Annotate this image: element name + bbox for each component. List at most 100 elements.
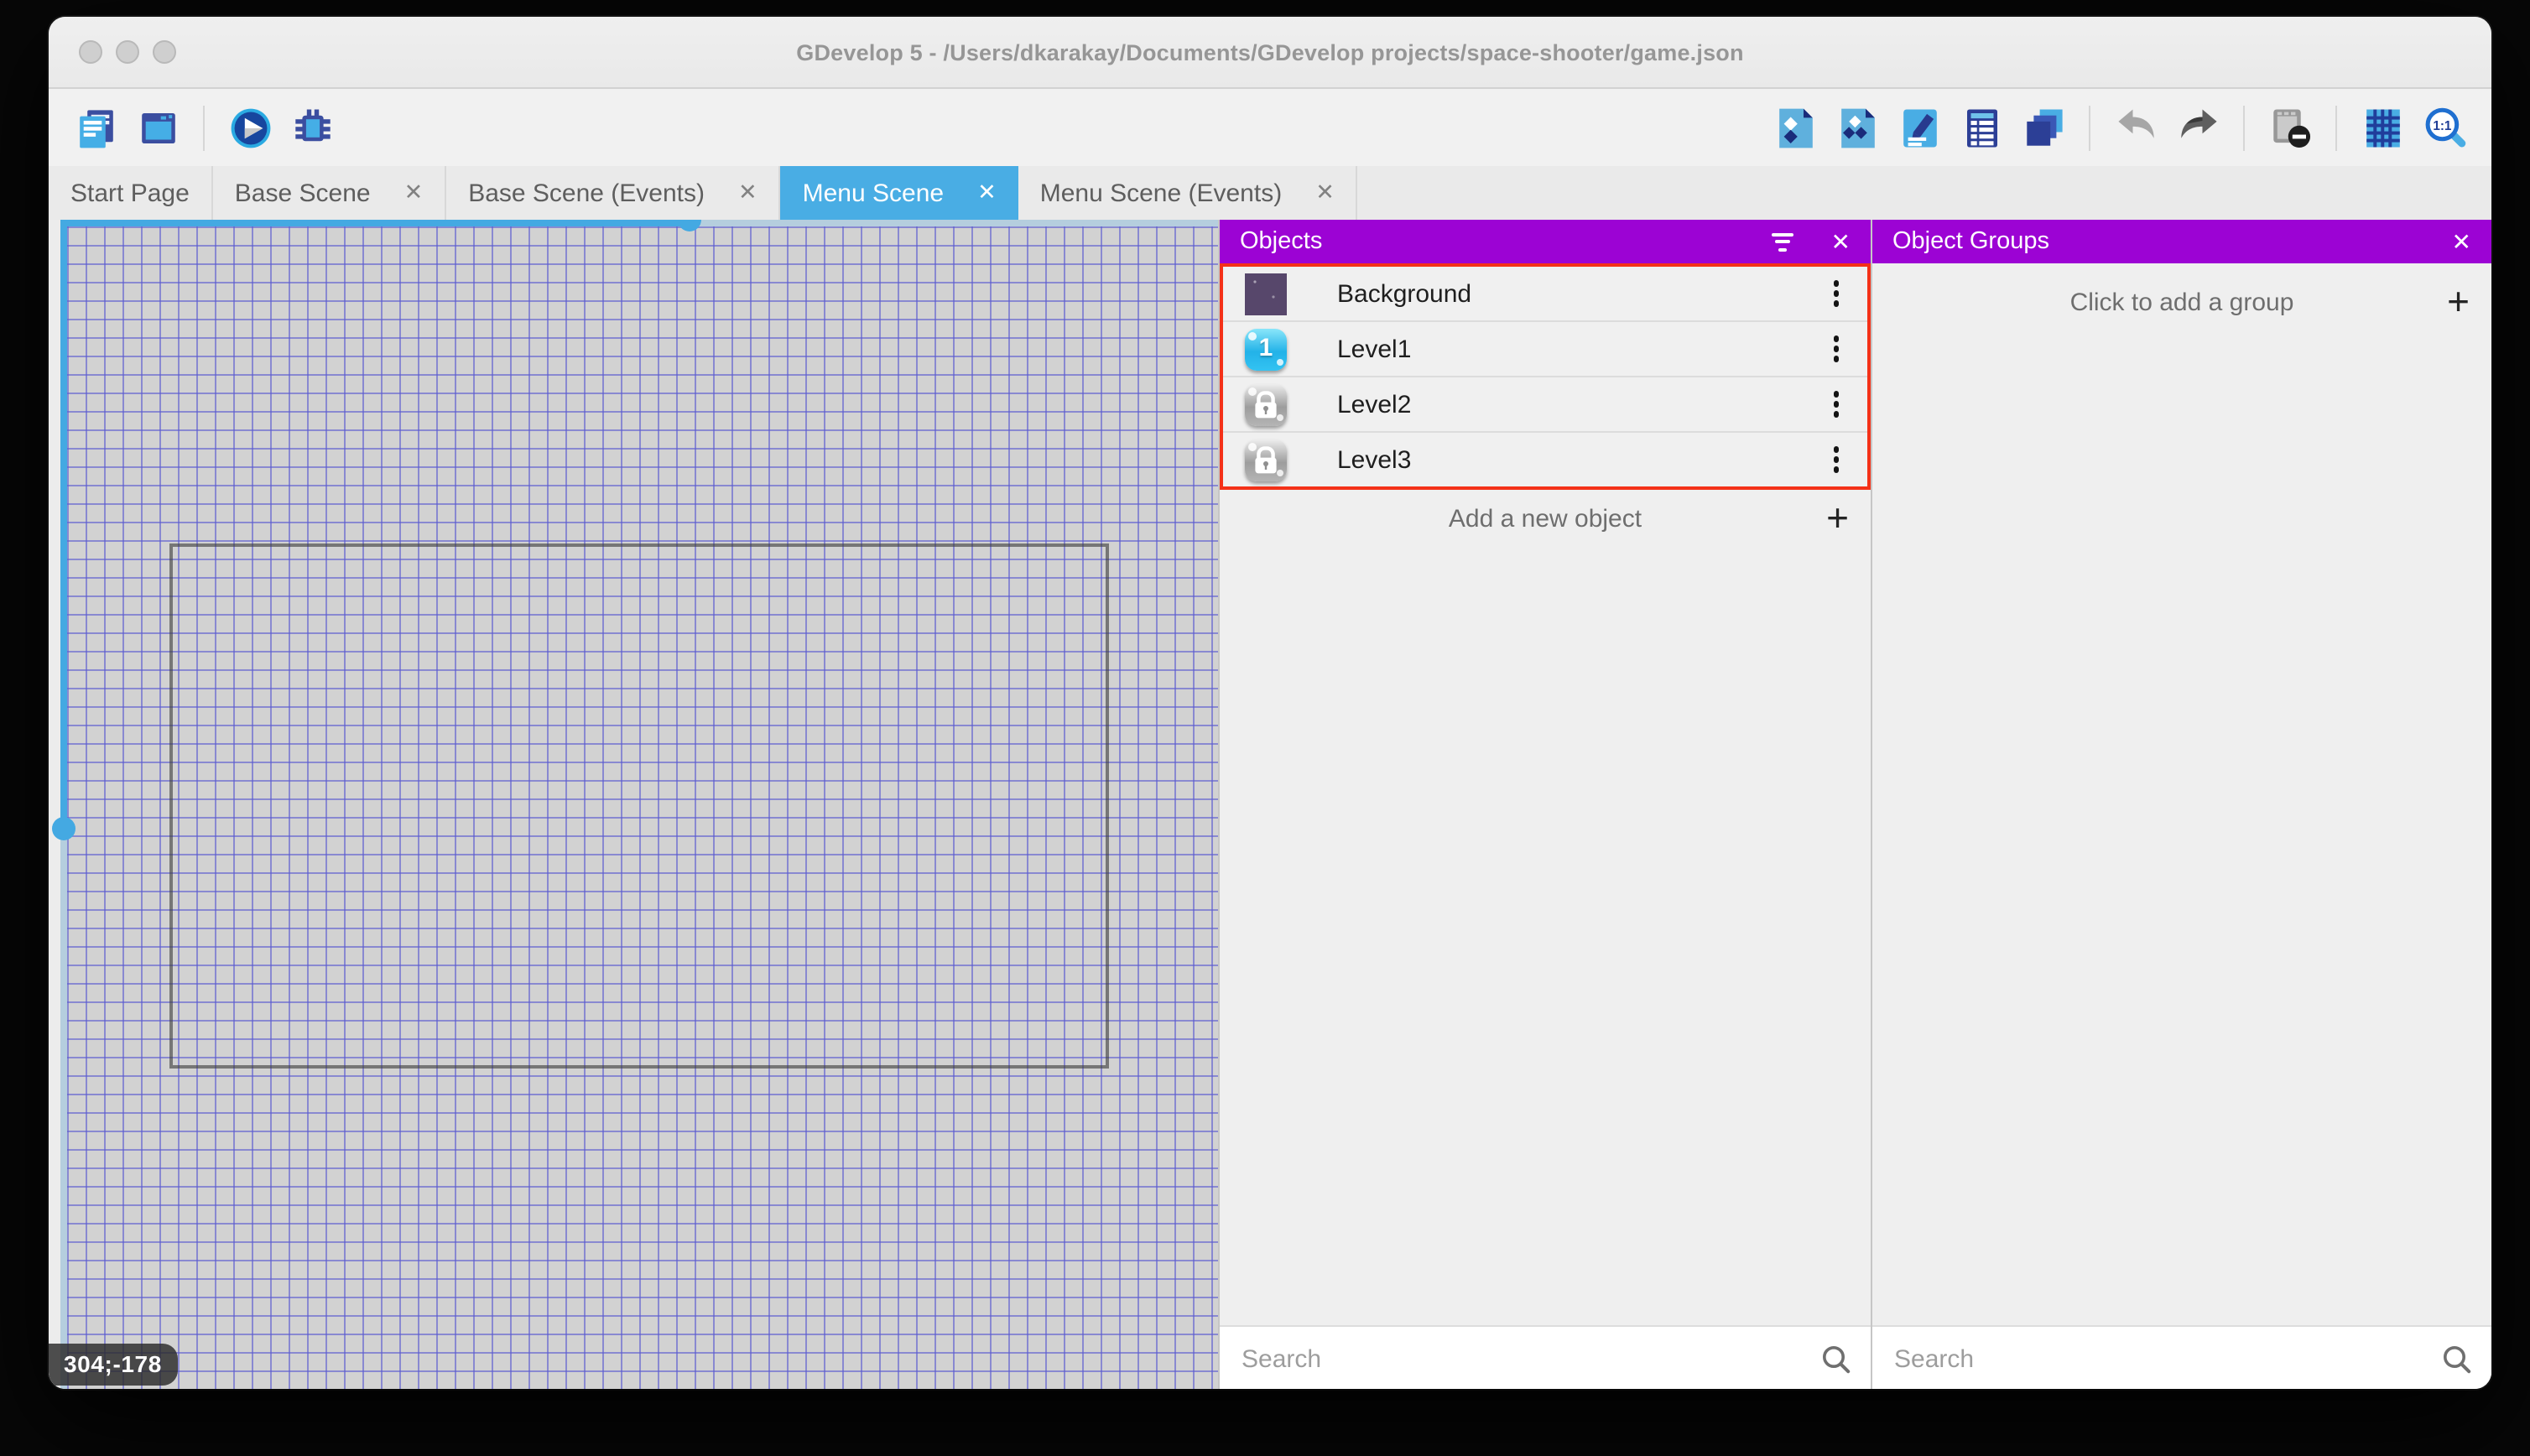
tab-menu-scene-events[interactable]: Menu Scene (Events) ✕: [1018, 166, 1358, 220]
level1-button-icon: 1: [1245, 328, 1287, 370]
tab-start-page[interactable]: Start Page: [49, 166, 213, 220]
objects-panel-header: Objects ✕: [1220, 220, 1871, 263]
zoom-window-button[interactable]: [153, 40, 176, 64]
objects-panel: Objects ✕ Background 1 Level1 Level2 Lev…: [1218, 220, 1871, 1389]
open-object-groups-button[interactable]: [1834, 104, 1881, 151]
tab-bar: Start Page Base Scene ✕ Base Scene (Even…: [49, 166, 2491, 220]
objects-search-bar: [1220, 1325, 1871, 1389]
zoom-1-1-icon: 1:1: [2424, 107, 2465, 147]
play-preview-button[interactable]: [226, 104, 273, 151]
add-object-label: Add a new object: [1448, 504, 1642, 533]
screen: GDevelop 5 - /Users/dkarakay/Documents/G…: [0, 0, 2530, 1456]
close-icon[interactable]: ✕: [2452, 230, 2471, 253]
tab-close-icon[interactable]: ✕: [404, 179, 424, 206]
play-icon: [230, 107, 270, 148]
toolbar: 1:1: [49, 89, 2491, 166]
scene-window-frame: [169, 543, 1109, 1069]
objects-search-input[interactable]: [1238, 1343, 1820, 1375]
vertical-scrollbar-fill: [60, 220, 67, 829]
open-layers-button[interactable]: [2020, 104, 2067, 151]
object-groups-icon: [1840, 107, 1874, 148]
preview-window-button[interactable]: [134, 104, 181, 151]
redo-icon: [2180, 108, 2216, 138]
toolbar-separator: [2243, 105, 2245, 150]
kebab-menu-icon[interactable]: [1830, 388, 1842, 421]
properties-icon: [1903, 108, 1936, 147]
tab-label: Start Page: [70, 179, 190, 207]
lock-button-icon: [1245, 383, 1287, 425]
object-groups-search-bar: [1872, 1325, 2491, 1389]
tab-base-scene-events[interactable]: Base Scene (Events) ✕: [446, 166, 781, 220]
vertical-scrollbar-thumb[interactable]: [52, 817, 75, 840]
undo-icon: [2117, 108, 2153, 138]
object-row-level3[interactable]: Level3: [1223, 433, 1867, 486]
object-groups-panel-header: Object Groups ✕: [1872, 220, 2491, 263]
tab-label: Menu Scene (Events): [1039, 179, 1283, 207]
layers-icon: [2026, 108, 2062, 145]
minimize-window-button[interactable]: [116, 40, 139, 64]
undo-button[interactable]: [2112, 104, 2159, 151]
close-icon[interactable]: ✕: [1831, 230, 1851, 253]
toggle-grid-button[interactable]: [2359, 104, 2406, 151]
object-name: Level2: [1337, 390, 1412, 419]
titlebar: GDevelop 5 - /Users/dkarakay/Documents/G…: [49, 17, 2491, 89]
add-object-row[interactable]: Add a new object +: [1220, 490, 1871, 547]
objects-panel-icon: [1778, 107, 1812, 148]
objects-panel-empty-area: [1220, 547, 1871, 1325]
kebab-menu-icon[interactable]: [1830, 278, 1842, 310]
object-groups-panel-title: Object Groups: [1892, 228, 2049, 255]
kebab-menu-icon[interactable]: [1830, 333, 1842, 366]
tab-close-icon[interactable]: ✕: [977, 179, 997, 206]
tab-label: Base Scene: [234, 179, 371, 207]
tab-close-icon[interactable]: ✕: [1315, 179, 1335, 206]
open-objects-panel-button[interactable]: [1772, 104, 1819, 151]
horizontal-scrollbar-fill: [60, 220, 690, 226]
window-title: GDevelop 5 - /Users/dkarakay/Documents/G…: [796, 39, 1744, 65]
plus-icon[interactable]: +: [2447, 282, 2470, 321]
search-icon: [1820, 1343, 1852, 1375]
object-groups-search-input[interactable]: [1891, 1343, 2441, 1375]
close-window-button[interactable]: [79, 40, 102, 64]
object-row-level2[interactable]: Level2: [1223, 377, 1867, 433]
traffic-lights: [79, 40, 176, 64]
project-manager-button[interactable]: [72, 104, 119, 151]
editor-content: 304;-178 Objects ✕ Background 1 Level1 L…: [49, 220, 2491, 1389]
instances-list-icon: [1966, 108, 1996, 147]
toolbar-separator: [2335, 105, 2337, 150]
debug-button[interactable]: [289, 104, 336, 151]
zoom-original-button[interactable]: 1:1: [2421, 104, 2468, 151]
toolbar-separator: [203, 105, 205, 150]
debug-bug-icon: [294, 108, 330, 141]
tab-close-icon[interactable]: ✕: [738, 179, 757, 206]
tab-base-scene[interactable]: Base Scene ✕: [213, 166, 447, 220]
objects-list-highlighted: Background 1 Level1 Level2 Level3: [1220, 263, 1871, 490]
project-manager-icon: [79, 109, 112, 148]
lock-button-icon: [1245, 439, 1287, 481]
open-properties-button[interactable]: [1896, 104, 1943, 151]
redo-button[interactable]: [2174, 104, 2221, 151]
toolbar-separator: [2089, 105, 2090, 150]
scene-canvas[interactable]: 304;-178: [49, 220, 1218, 1389]
object-name: Level1: [1337, 335, 1412, 363]
search-icon: [2441, 1343, 2473, 1375]
background-thumbnail-icon: [1245, 273, 1287, 315]
add-group-label: Click to add a group: [2069, 288, 2294, 316]
vertical-scrollbar[interactable]: [60, 220, 67, 1389]
toggle-window-mask-button[interactable]: [2267, 104, 2314, 151]
horizontal-scrollbar[interactable]: [60, 220, 1218, 226]
gdevelop-window: GDevelop 5 - /Users/dkarakay/Documents/G…: [49, 17, 2491, 1389]
add-group-row[interactable]: Click to add a group +: [1872, 273, 2491, 330]
preview-window-icon: [141, 112, 174, 143]
object-name: Background: [1337, 279, 1472, 308]
object-groups-empty-area: [1872, 330, 2491, 1325]
svg-text:1:1: 1:1: [2432, 118, 2451, 133]
object-row-level1[interactable]: 1 Level1: [1223, 322, 1867, 377]
object-row-background[interactable]: Background: [1223, 267, 1867, 322]
open-instances-list-button[interactable]: [1958, 104, 2005, 151]
cursor-coordinates-badge: 304;-178: [49, 1344, 179, 1386]
filter-icon[interactable]: [1772, 232, 1794, 251]
kebab-menu-icon[interactable]: [1830, 444, 1842, 476]
plus-icon[interactable]: +: [1826, 498, 1849, 538]
window-mask-icon: [2272, 108, 2310, 148]
tab-menu-scene[interactable]: Menu Scene ✕: [780, 166, 1018, 220]
